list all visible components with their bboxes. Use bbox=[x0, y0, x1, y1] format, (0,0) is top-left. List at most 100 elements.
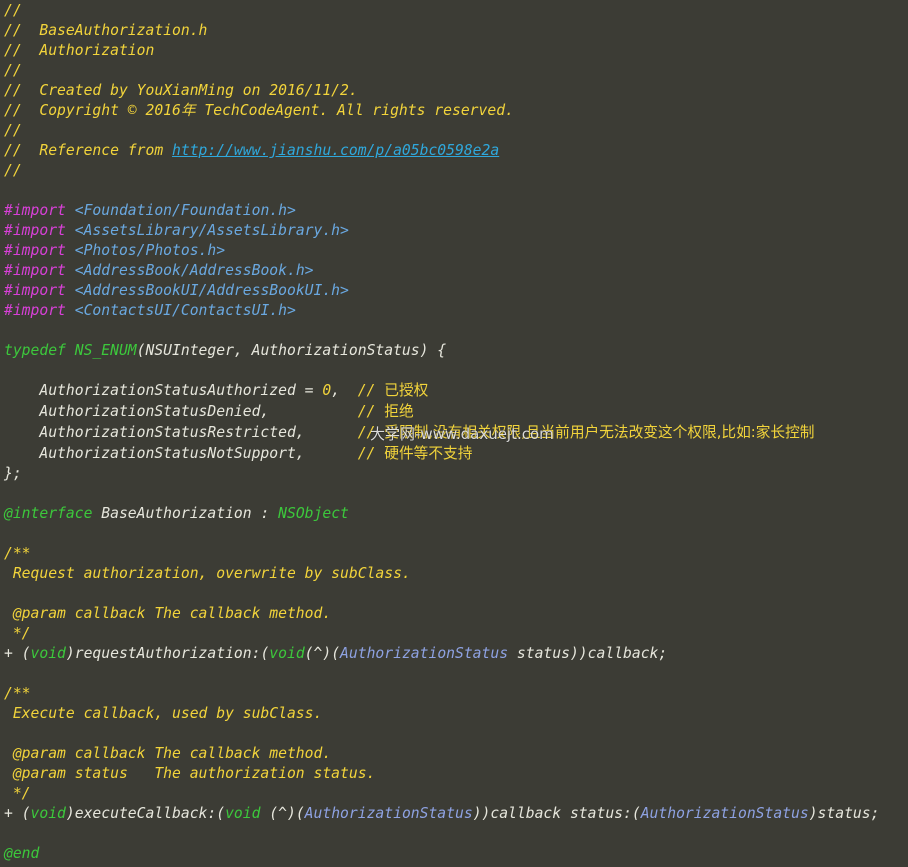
path-token: <AddressBookUI/AddressBookUI.h> bbox=[74, 282, 349, 299]
comment-token: // Created by YouXianMing on 2016/11/2. bbox=[4, 82, 358, 99]
code-line: }; bbox=[4, 464, 879, 484]
code-line: @param status The authorization status. bbox=[4, 764, 879, 784]
comment-token: @param callback The callback method. bbox=[4, 605, 332, 622]
directive-token: #import bbox=[4, 202, 66, 219]
plain-token: , bbox=[331, 382, 358, 399]
path-token: <ContactsUI/ContactsUI.h> bbox=[74, 302, 296, 319]
comment-token: /** bbox=[4, 545, 31, 562]
plain-token: ))callback status:( bbox=[472, 805, 641, 822]
keyword-token: typedef bbox=[4, 342, 66, 359]
code-line: @param callback The callback method. bbox=[4, 744, 879, 764]
keyword-token: void bbox=[30, 645, 66, 662]
comment-token: /** bbox=[4, 685, 31, 702]
code-line: AuthorizationStatusAuthorized = 0, // 已授… bbox=[4, 381, 879, 401]
plain-token: }; bbox=[4, 465, 22, 482]
code-line: // Authorization bbox=[4, 41, 879, 61]
plain-token: (^)( bbox=[304, 645, 341, 662]
code-line: // Copyright © 2016年 TechCodeAgent. All … bbox=[4, 101, 879, 121]
code-line: // bbox=[4, 121, 879, 141]
plain-token: AuthorizationStatusRestricted, bbox=[4, 424, 358, 441]
keyword-token: @interface bbox=[4, 505, 93, 522]
directive-token: #import bbox=[4, 302, 66, 319]
keyword-token: @end bbox=[4, 845, 40, 862]
comment-token: @param status The authorization status. bbox=[4, 765, 376, 782]
comment-token: // bbox=[4, 62, 22, 79]
number-token: 0 bbox=[322, 382, 332, 399]
comment-token: // bbox=[4, 2, 22, 19]
comment-token: Execute callback, used by subClass. bbox=[4, 705, 323, 722]
type-token: AuthorizationStatus bbox=[640, 805, 809, 822]
path-token: <Photos/Photos.h> bbox=[74, 242, 226, 259]
code-line: // BaseAuthorization.h bbox=[4, 21, 879, 41]
plain-token: + ( bbox=[4, 805, 31, 822]
plain-token: )executeCallback:( bbox=[65, 805, 226, 822]
comment-token: Request authorization, overwrite by subC… bbox=[4, 565, 411, 582]
code-line: typedef NS_ENUM(NSUInteger, Authorizatio… bbox=[4, 341, 879, 361]
code-line: #import <Photos/Photos.h> bbox=[4, 241, 879, 261]
code-line: @end bbox=[4, 844, 879, 864]
code-line: Request authorization, overwrite by subC… bbox=[4, 564, 879, 584]
plain-token: )requestAuthorization:( bbox=[65, 645, 270, 662]
path-token: <AddressBook/AddressBook.h> bbox=[74, 262, 314, 279]
code-line: @param callback The callback method. bbox=[4, 604, 879, 624]
comment-token: // bbox=[4, 162, 22, 179]
plain-token: AuthorizationStatusDenied, bbox=[4, 403, 358, 420]
plain-token: BaseAuthorization : bbox=[92, 505, 279, 522]
code-line: + (void)executeCallback:(void (^)(Author… bbox=[4, 804, 879, 824]
watermark: 大学网-www.daxuejt.com bbox=[370, 425, 554, 443]
plain-token: (^)( bbox=[260, 805, 305, 822]
type-token: AuthorizationStatus bbox=[304, 805, 473, 822]
code-line: #import <AddressBook/AddressBook.h> bbox=[4, 261, 879, 281]
code-line: // bbox=[4, 1, 879, 21]
code-line: */ bbox=[4, 784, 879, 804]
type-token: AuthorizationStatus bbox=[340, 645, 509, 662]
code-line: #import <AssetsLibrary/AssetsLibrary.h> bbox=[4, 221, 879, 241]
directive-token: #import bbox=[4, 262, 66, 279]
code-line: AuthorizationStatusNotSupport, // 硬件等不支持 bbox=[4, 443, 879, 464]
comment-token: 硬件等不支持 bbox=[384, 445, 473, 462]
code-line: // bbox=[4, 161, 879, 181]
plain-token: status))callback; bbox=[508, 645, 668, 662]
code-line: // Reference from http://www.jianshu.com… bbox=[4, 141, 879, 161]
comment-token: // Copyright © 2016年 TechCodeAgent. All … bbox=[4, 102, 514, 119]
comment-token: // bbox=[357, 382, 385, 399]
directive-token: #import bbox=[4, 222, 66, 239]
code-line: */ bbox=[4, 624, 879, 644]
comment-token: */ bbox=[4, 625, 31, 642]
plain-token: )status; bbox=[808, 805, 880, 822]
directive-token: #import bbox=[4, 282, 66, 299]
comment-token: 拒绝 bbox=[384, 403, 414, 420]
code-line: + (void)requestAuthorization:(void(^)(Au… bbox=[4, 644, 879, 664]
code-line: /** bbox=[4, 544, 879, 564]
reference-link[interactable]: http://www.jianshu.com/p/a05bc0598e2a bbox=[172, 142, 499, 159]
code-line: /** bbox=[4, 684, 879, 704]
plain-token: AuthorizationStatusAuthorized = bbox=[4, 382, 323, 399]
comment-token: // bbox=[357, 445, 385, 462]
plain-token: AuthorizationStatusNotSupport, bbox=[4, 445, 358, 462]
keyword-token: void bbox=[30, 805, 66, 822]
comment-token: // bbox=[4, 122, 22, 139]
comment-token: // Reference from bbox=[4, 142, 173, 159]
comment-token: 已授权 bbox=[384, 382, 429, 399]
plain-token: (NSUInteger, AuthorizationStatus) { bbox=[136, 342, 447, 359]
path-token: <AssetsLibrary/AssetsLibrary.h> bbox=[74, 222, 349, 239]
comment-token: // bbox=[357, 403, 385, 420]
path-token: <Foundation/Foundation.h> bbox=[74, 202, 296, 219]
comment-token: @param callback The callback method. bbox=[4, 745, 332, 762]
code-line: #import <Foundation/Foundation.h> bbox=[4, 201, 879, 221]
